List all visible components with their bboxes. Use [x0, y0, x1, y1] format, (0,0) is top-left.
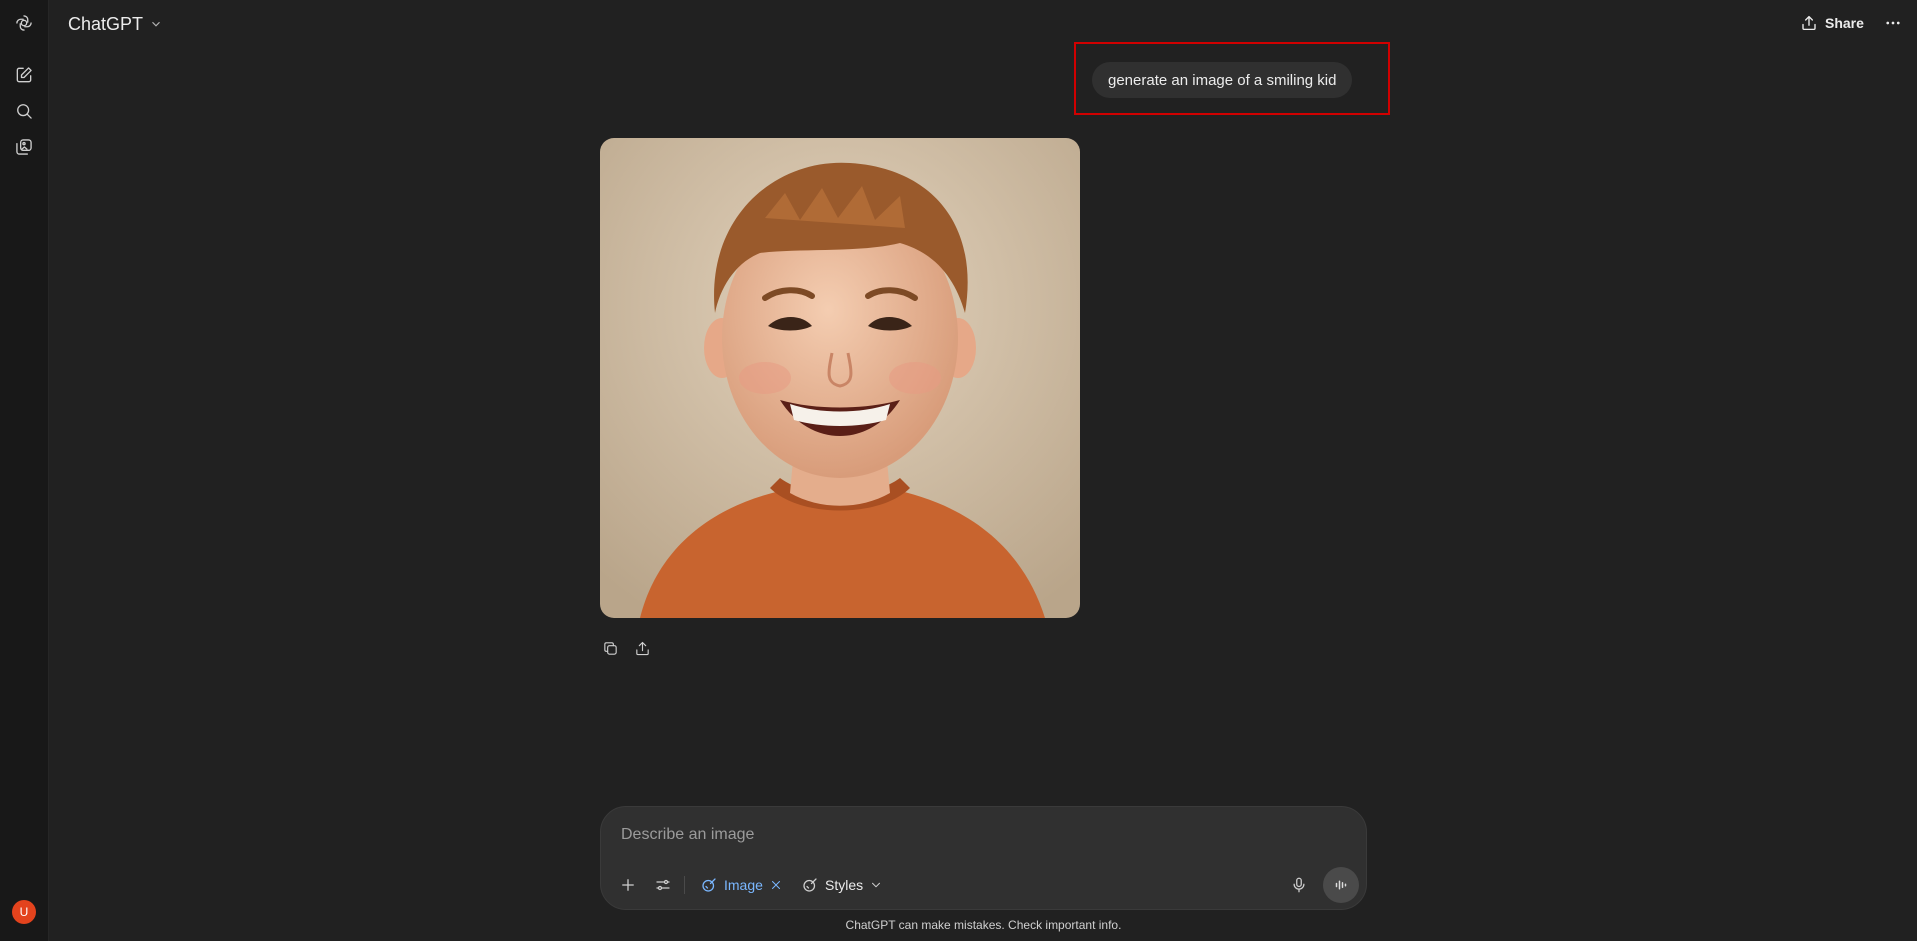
styles-dropdown[interactable]: Styles	[801, 873, 883, 897]
disclaimer: ChatGPT can make mistakes. Check importa…	[845, 918, 1122, 932]
openai-logo-icon[interactable]	[12, 11, 36, 35]
image-mode-chip[interactable]: Image	[700, 873, 783, 897]
image-actions	[600, 638, 652, 658]
close-icon[interactable]	[769, 878, 783, 892]
share-icon[interactable]	[632, 638, 652, 658]
copy-icon[interactable]	[600, 638, 620, 658]
user-message: generate an image of a smiling kid	[1092, 62, 1353, 98]
sidebar-rail: U	[0, 0, 49, 941]
tools-button[interactable]	[654, 873, 672, 897]
styles-label: Styles	[825, 877, 864, 893]
divider	[684, 876, 685, 894]
share-icon	[1802, 15, 1816, 31]
more-dots-icon	[1886, 21, 1900, 25]
search-icon[interactable]	[12, 99, 36, 123]
share-button[interactable]: Share	[1800, 12, 1864, 34]
prompt-input[interactable]	[621, 821, 1321, 849]
waveform-icon	[1335, 880, 1347, 890]
library-icon[interactable]	[12, 135, 36, 159]
plus-icon	[622, 879, 634, 891]
composer: Image Styles	[600, 806, 1367, 910]
image-brush-icon	[702, 878, 716, 892]
generated-image[interactable]	[600, 138, 1080, 618]
sliders-icon	[656, 879, 670, 891]
chevron-down-icon	[872, 882, 881, 888]
image-chip-label: Image	[724, 877, 763, 893]
microphone-button[interactable]	[1290, 873, 1308, 897]
new-chat-icon[interactable]	[12, 63, 36, 87]
voice-mode-button[interactable]	[1323, 867, 1359, 903]
palette-brush-icon	[803, 878, 817, 892]
model-selector[interactable]: ChatGPT	[68, 12, 163, 36]
microphone-icon	[1293, 877, 1305, 893]
more-options-button[interactable]	[1882, 12, 1904, 34]
share-label: Share	[1825, 15, 1864, 31]
attach-button[interactable]	[619, 873, 637, 897]
user-message-text: generate an image of a smiling kid	[1108, 71, 1337, 89]
chevron-down-icon	[152, 21, 160, 27]
app-title: ChatGPT	[68, 13, 144, 34]
